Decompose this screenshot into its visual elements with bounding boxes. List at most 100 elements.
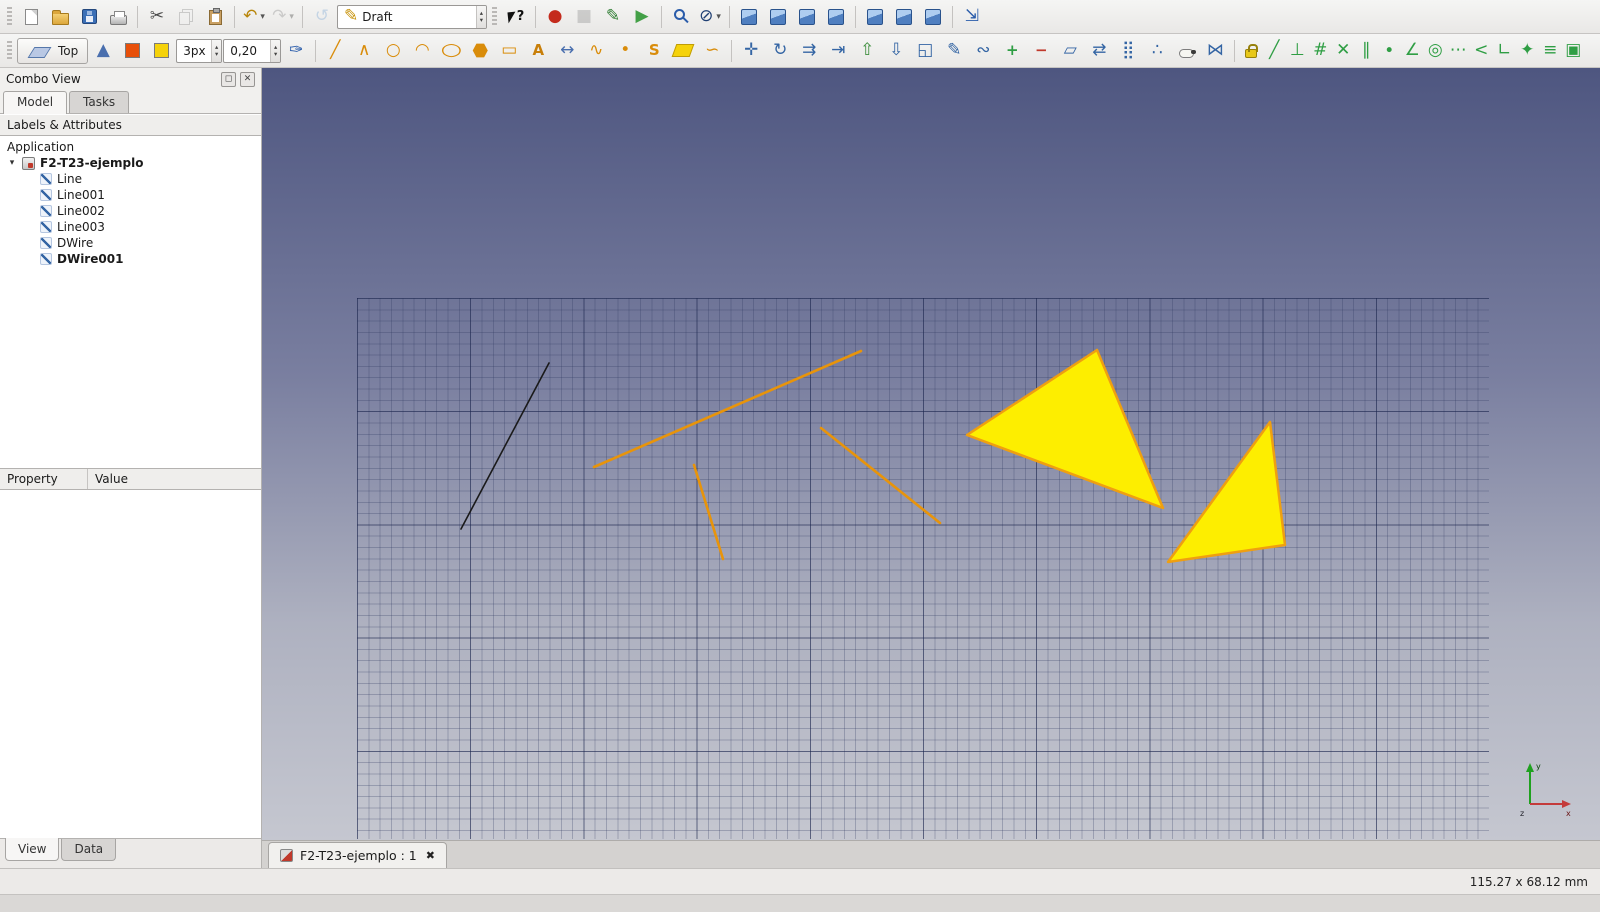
draft-offset-button[interactable]: ⇉ [795, 37, 823, 65]
snap-working-plane-button[interactable]: ▣ [1562, 39, 1584, 63]
draft-circle-button[interactable]: ○ [379, 37, 407, 65]
draft-ellipse-button[interactable]: ○ [437, 37, 465, 65]
line-width-spinbox[interactable]: 3px▴▾ [176, 39, 222, 63]
text-size-spinbox[interactable]: 0,20▴▾ [223, 39, 281, 63]
undo-dropdown-arrow[interactable]: ▾ [260, 12, 265, 22]
line-width-spin-arrows[interactable]: ▴▾ [211, 40, 221, 62]
toolbar-handle[interactable] [7, 7, 12, 27]
draft-bspline-button[interactable]: ∿ [582, 37, 610, 65]
tree-item-line003[interactable]: Line003 [0, 219, 261, 235]
snap-grid-button[interactable]: # [1309, 39, 1331, 63]
orange-line-short[interactable] [694, 465, 723, 559]
3d-viewport[interactable]: y x z [262, 68, 1600, 840]
macro-execute-button[interactable]: ▶ [628, 3, 656, 31]
whats-this-button[interactable]: ? [502, 3, 530, 31]
measure-distance-button[interactable]: ⇲ [958, 3, 986, 31]
text-size-spin-arrows[interactable]: ▴▾ [270, 40, 280, 62]
tree-item-dwire[interactable]: DWire [0, 235, 261, 251]
redo-button[interactable]: ↷▾ [269, 3, 297, 31]
draft-edit-button[interactable]: ✎ [940, 37, 968, 65]
redo-dropdown-arrow[interactable]: ▾ [289, 12, 294, 22]
draft-rectangle-button[interactable]: ▭ [495, 37, 523, 65]
draw-style-dropdown-arrow[interactable]: ▾ [716, 12, 721, 22]
close-panel-icon[interactable]: ✕ [240, 72, 255, 87]
draft-text-button[interactable]: A [524, 37, 552, 65]
draft-shape2dview-button[interactable]: ▱ [1056, 37, 1084, 65]
draft-mirror-button[interactable]: ⋈ [1201, 37, 1229, 65]
snap-extension-button[interactable]: ⋯ [1447, 39, 1469, 63]
draft-move-button[interactable]: ✛ [737, 37, 765, 65]
save-document-button[interactable] [75, 3, 103, 31]
toolbar-handle[interactable] [7, 41, 12, 61]
snap-center-button[interactable]: ◎ [1424, 39, 1446, 63]
view-top-button[interactable] [793, 3, 821, 31]
snap-intersection-button[interactable]: ✕ [1332, 39, 1354, 63]
draft-wire-to-bspline-button[interactable]: ∾ [969, 37, 997, 65]
tree-item-dwire001[interactable]: DWire001 [0, 251, 261, 267]
snap-midpoint-button[interactable]: ∙ [1378, 39, 1400, 63]
undo-button[interactable]: ↶▾ [240, 3, 268, 31]
macro-edit-button[interactable]: ✎ [599, 3, 627, 31]
view-front-button[interactable] [764, 3, 792, 31]
black-line[interactable] [461, 363, 549, 529]
macro-stop-button[interactable]: ■ [570, 3, 598, 31]
float-panel-icon[interactable]: ◻ [221, 72, 236, 87]
draft-trimex-button[interactable]: ⇥ [824, 37, 852, 65]
close-tab-icon[interactable]: ✖ [426, 849, 435, 862]
draft-rotate-button[interactable]: ↻ [766, 37, 794, 65]
property-column-header[interactable]: Property [0, 469, 88, 489]
snap-dimensions-button[interactable]: ≡ [1539, 39, 1561, 63]
copy-button[interactable] [172, 3, 200, 31]
tab-tasks[interactable]: Tasks [69, 91, 129, 113]
document-tab[interactable]: F2-T23-ejemplo : 1 ✖ [268, 842, 447, 868]
draft-dimension-button[interactable]: ↔ [553, 37, 581, 65]
snap-perpendicular-button[interactable]: ⊥ [1286, 39, 1308, 63]
draft-downgrade-button[interactable]: ⇩ [882, 37, 910, 65]
snap-special-button[interactable]: ✦ [1516, 39, 1538, 63]
apply-style-button[interactable]: ✑ [282, 37, 310, 65]
snap-endpoint-button[interactable]: ╱ [1263, 39, 1285, 63]
draft-to-sketch-button[interactable]: ⇄ [1085, 37, 1113, 65]
tree-item-line[interactable]: Line [0, 171, 261, 187]
snap-lock-button[interactable] [1240, 39, 1262, 63]
open-document-button[interactable] [46, 3, 74, 31]
working-plane-button[interactable]: Top [17, 38, 88, 64]
tab-view[interactable]: View [5, 838, 59, 861]
construction-mode-button[interactable]: ▲ [89, 37, 117, 65]
draft-polygon-button[interactable] [466, 37, 494, 65]
zoom-fit-all-button[interactable] [667, 3, 695, 31]
orange-line-long[interactable] [594, 351, 861, 467]
macro-record-button[interactable]: ● [541, 3, 569, 31]
snap-ortho-button[interactable]: ∟ [1493, 39, 1515, 63]
view-rear-button[interactable] [861, 3, 889, 31]
expander-icon[interactable]: ▾ [7, 158, 17, 168]
tab-model[interactable]: Model [3, 91, 67, 114]
draft-clone-button[interactable] [1172, 37, 1200, 65]
view-left-button[interactable] [919, 3, 947, 31]
draft-line-button[interactable]: ╱ [321, 37, 349, 65]
tab-data[interactable]: Data [61, 839, 116, 861]
print-button[interactable] [104, 3, 132, 31]
tree-item-line002[interactable]: Line002 [0, 203, 261, 219]
draft-bezier-button[interactable]: ∽ [698, 37, 726, 65]
yellow-triangle-large[interactable] [967, 350, 1163, 508]
view-right-button[interactable] [822, 3, 850, 31]
refresh-button[interactable]: ↺ [308, 3, 336, 31]
view-axonometric-button[interactable] [735, 3, 763, 31]
paste-button[interactable] [201, 3, 229, 31]
workbench-selector[interactable]: ✎Draft▴▾ [337, 5, 487, 29]
draft-path-array-button[interactable]: ∴ [1143, 37, 1171, 65]
snap-angle-button[interactable]: ∠ [1401, 39, 1423, 63]
view-bottom-button[interactable] [890, 3, 918, 31]
draft-point-button[interactable]: • [611, 37, 639, 65]
draw-style-button[interactable]: ⊘▾ [696, 3, 724, 31]
draft-add-point-button[interactable]: + [998, 37, 1026, 65]
draft-wire-button[interactable]: ∧ [350, 37, 378, 65]
snap-near-button[interactable]: < [1470, 39, 1492, 63]
toolbar-handle[interactable] [492, 7, 497, 27]
draft-arc-button[interactable]: ◠ [408, 37, 436, 65]
face-color-swatch[interactable] [147, 37, 175, 65]
draft-shapestring-button[interactable]: S [640, 37, 668, 65]
tree-document-row[interactable]: ▾ F2-T23-ejemplo [0, 155, 261, 171]
new-document-button[interactable] [17, 3, 45, 31]
